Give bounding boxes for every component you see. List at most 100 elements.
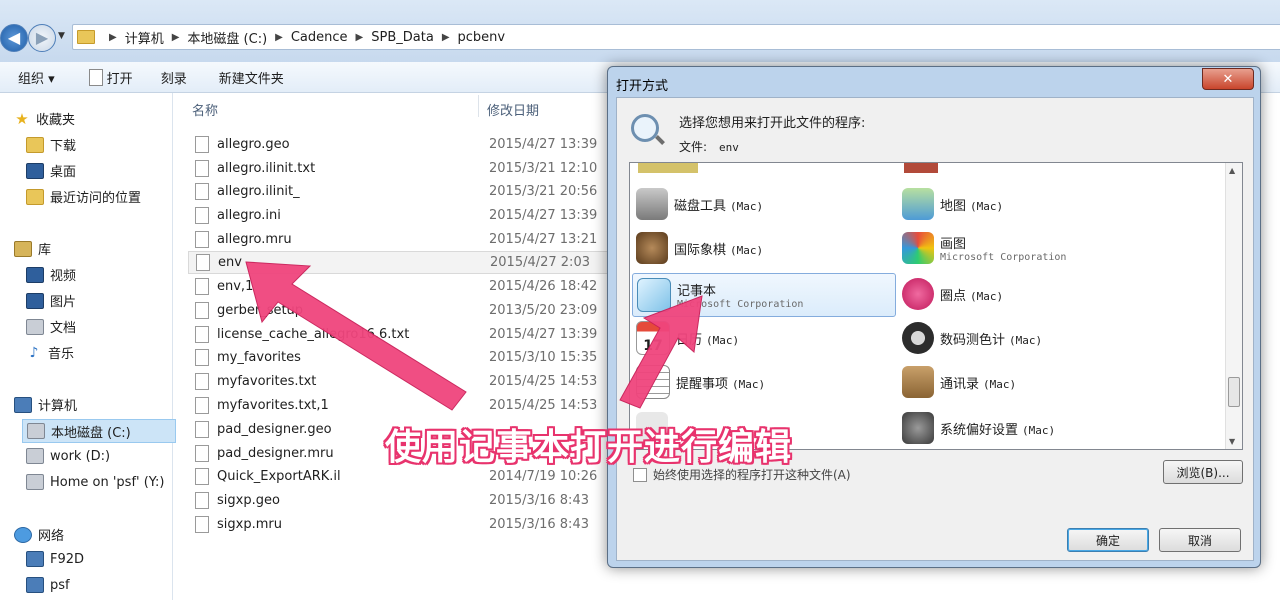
breadcrumb-item[interactable]: 计算机 [125, 28, 164, 47]
breadcrumb-item[interactable]: Cadence [291, 30, 348, 45]
new-folder-button[interactable]: 新建文件夹 [213, 66, 290, 89]
file-name: allegro.geo [217, 137, 290, 152]
nav-computer[interactable]: 计算机 [14, 395, 77, 414]
nav-label: psf [50, 577, 70, 593]
file-row[interactable]: allegro.geo 2015/4/27 13:39 [188, 133, 608, 156]
new-folder-label: 新建文件夹 [218, 71, 284, 87]
program-list[interactable]: 磁盘工具 (Mac) 地图 (Mac) 国际象棋 (Mac) 画图 Microsoft … [629, 162, 1243, 450]
close-button[interactable]: ✕ [1202, 68, 1254, 90]
file-info: 文件: env [679, 138, 739, 155]
nav-libraries[interactable]: 库 [14, 239, 51, 258]
document-icon [88, 68, 103, 86]
ok-button[interactable]: 确定 [1067, 528, 1149, 552]
library-icon [14, 240, 32, 257]
scroll-thumb[interactable] [1228, 377, 1240, 407]
nav-music[interactable]: ♪ 音乐 [26, 343, 74, 363]
file-row-selected[interactable]: env 2015/4/27 2:03 [188, 251, 610, 274]
chevron-right-icon[interactable]: ▶ [172, 32, 180, 43]
nav-favorites[interactable]: ★ 收藏夹 [14, 109, 75, 128]
program-calendar[interactable]: 17 日历 (Mac) [632, 317, 894, 359]
nav-label: 桌面 [50, 165, 77, 180]
file-date: 2013/5/20 23:09 [489, 303, 598, 318]
file-icon [195, 326, 209, 343]
nav-f92d[interactable]: F92D [26, 551, 84, 567]
file-icon [195, 231, 209, 248]
nav-pictures[interactable]: 图片 [26, 291, 76, 310]
file-row[interactable]: allegro.ilinit.txt 2015/3/21 12:10 [188, 157, 608, 180]
nav-documents[interactable]: 文档 [26, 317, 76, 336]
scroll-down-icon[interactable]: ▼ [1229, 437, 1235, 446]
file-date: 2014/7/19 10:26 [489, 469, 598, 484]
file-row[interactable]: myfavorites.txt,1 2015/4/25 14:53 [188, 394, 608, 417]
program-contacts[interactable]: 通讯录 (Mac) [898, 361, 1160, 403]
history-dropdown-icon[interactable]: ▼ [58, 31, 65, 41]
program-notepad[interactable]: 记事本 Microsoft Corporation [632, 273, 896, 317]
file-row[interactable]: license_cache_allegro16.6.txt 2015/4/27 1… [188, 323, 608, 346]
network-icon [14, 526, 32, 543]
chevron-right-icon[interactable]: ▶ [275, 32, 283, 43]
browse-button[interactable]: 浏览(B)... [1163, 460, 1243, 484]
open-button[interactable]: 打开 [83, 66, 139, 89]
chevron-right-icon[interactable]: ▶ [442, 32, 450, 43]
chevron-right-icon[interactable]: ▶ [109, 32, 117, 43]
nav-label: F92D [50, 551, 85, 567]
disk-utility-icon [636, 188, 668, 220]
contacts-icon [902, 366, 934, 398]
file-icon [195, 468, 209, 485]
back-button[interactable]: ◀ [0, 24, 28, 52]
breadcrumb-item[interactable]: SPB_Data [371, 30, 434, 45]
nav-label: 收藏夹 [36, 113, 76, 128]
program-chess[interactable]: 国际象棋 (Mac) [632, 227, 894, 269]
nav-desktop[interactable]: 桌面 [26, 161, 76, 180]
file-row[interactable]: allegro.ilinit_ 2015/3/21 20:56 [188, 180, 608, 203]
breadcrumb[interactable]: ▶ 计算机 ▶ 本地磁盘 (C:) ▶ Cadence ▶ SPB_Data ▶… [72, 24, 1280, 50]
forward-arrow-icon: ▶ [35, 28, 49, 47]
forward-button[interactable]: ▶ [28, 24, 56, 52]
nav-downloads[interactable]: 下载 [26, 135, 76, 154]
program-maps[interactable]: 地图 (Mac) [898, 183, 1160, 225]
program-color-meter[interactable]: 数码测色计 (Mac) [898, 317, 1160, 359]
nav-network[interactable]: 网络 [14, 525, 64, 544]
video-icon [26, 266, 44, 283]
nav-work-drive[interactable]: work (D:) [26, 448, 110, 464]
program-paint[interactable]: 画图 Microsoft Corporation [898, 227, 1160, 269]
program-list-scrollbar[interactable]: ▲ ▼ [1225, 163, 1242, 449]
file-row[interactable]: sigxp.geo 2015/3/16 8:43 [188, 489, 608, 512]
file-date: 2015/3/21 12:10 [489, 161, 598, 176]
file-icon [195, 445, 209, 462]
program-system-preferences[interactable]: 系统偏好设置 (Mac) [898, 407, 1160, 449]
file-row[interactable]: env,1 2015/4/26 18:42 [188, 275, 608, 298]
address-bar: ◀ ▶ ▼ ▶ 计算机 ▶ 本地磁盘 (C:) ▶ Cadence ▶ SPB_… [0, 0, 1280, 62]
dialog-body: 选择您想用来打开此文件的程序: 文件: env 磁盘工具 (Mac) 地图 (Mac)… [616, 97, 1254, 561]
nav-videos[interactable]: 视频 [26, 265, 76, 284]
breadcrumb-item[interactable]: pcbenv [458, 30, 506, 45]
program-disk-utility[interactable]: 磁盘工具 (Mac) [632, 183, 894, 225]
chevron-right-icon[interactable]: ▶ [356, 32, 364, 43]
program-reminders[interactable]: 提醒事项 (Mac) [632, 361, 894, 403]
program-skim[interactable]: 圈点 (Mac) [898, 273, 1160, 315]
program-name: 记事本 [677, 284, 717, 299]
nav-home-psf[interactable]: Home on 'psf' (Y:) [26, 474, 164, 490]
burn-button[interactable]: 刻录 [155, 66, 193, 89]
breadcrumb-item[interactable]: 本地磁盘 (C:) [187, 28, 267, 47]
file-row[interactable]: sigxp.mru 2015/3/16 8:43 [188, 513, 608, 536]
file-row[interactable]: allegro.ini 2015/4/27 13:39 [188, 204, 608, 227]
picture-icon [26, 292, 44, 309]
file-name: sigxp.geo [217, 493, 280, 508]
cancel-button[interactable]: 取消 [1159, 528, 1241, 552]
organize-button[interactable]: 组织 ▾ [12, 66, 61, 89]
dialog-title: 打开方式 [616, 79, 669, 94]
column-divider[interactable] [478, 95, 479, 117]
file-row[interactable]: my_favorites 2015/3/10 15:35 [188, 346, 608, 369]
column-header-date[interactable]: 修改日期 [487, 100, 539, 119]
nav-local-disk[interactable]: 本地磁盘 (C:) [22, 419, 176, 443]
nav-psf[interactable]: psf [26, 577, 70, 593]
column-header-name[interactable]: 名称 [192, 100, 218, 119]
file-row[interactable]: myfavorites.txt 2015/4/25 14:53 [188, 370, 608, 393]
notepad-icon [637, 278, 671, 312]
file-row[interactable]: allegro.mru 2015/4/27 13:21 [188, 228, 608, 251]
file-row[interactable]: gerber_setup 2013/5/20 23:09 [188, 299, 608, 322]
scroll-up-icon[interactable]: ▲ [1229, 166, 1235, 175]
nav-label: 本地磁盘 (C:) [51, 425, 131, 441]
nav-recent[interactable]: 最近访问的位置 [26, 187, 141, 206]
